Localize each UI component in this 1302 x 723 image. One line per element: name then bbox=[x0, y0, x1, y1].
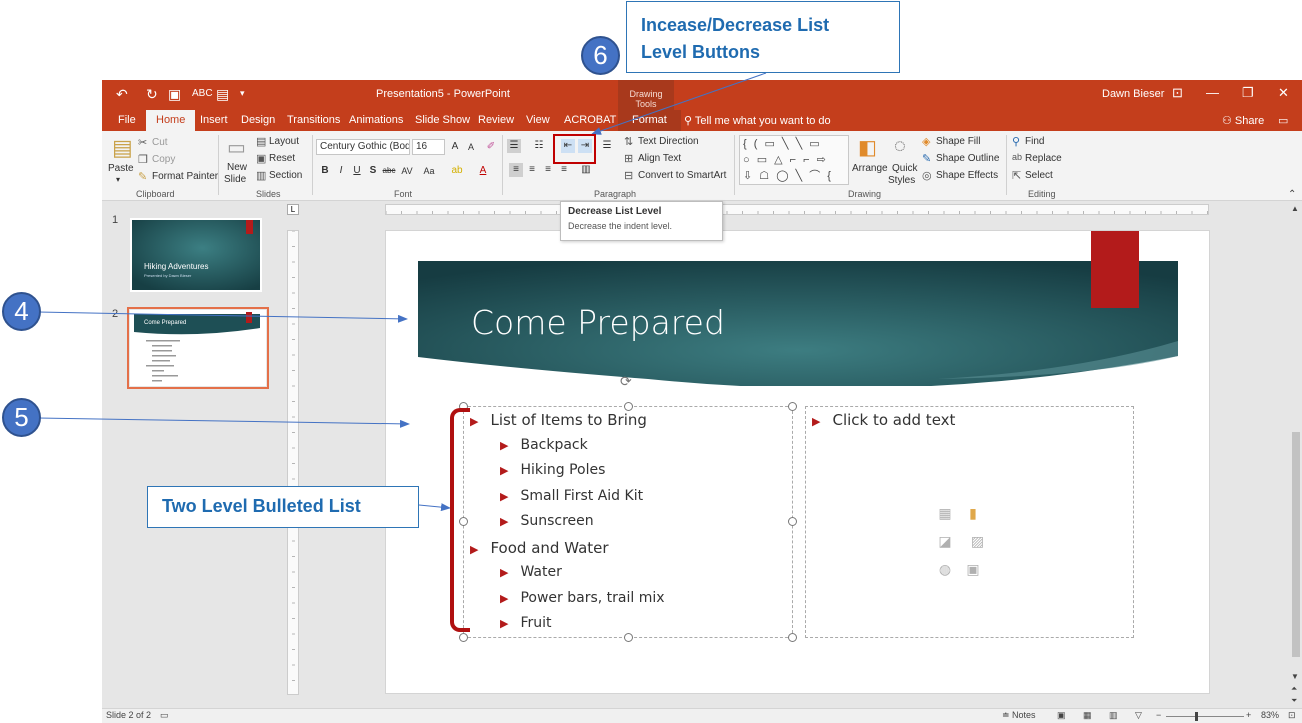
list-bracket-annotation bbox=[450, 408, 470, 632]
list-level-buttons-highlight bbox=[553, 134, 596, 164]
callout-list-level-buttons: Incease/Decrease List Level Buttons bbox=[626, 1, 900, 73]
step-badge-6: 6 bbox=[581, 36, 620, 75]
annotation-arrows bbox=[37, 72, 767, 512]
step-badge-4: 4 bbox=[2, 292, 41, 331]
step-badge-5: 5 bbox=[2, 398, 41, 437]
callout-line-1: Incease/Decrease List bbox=[641, 15, 830, 35]
callout-two-level-list: Two Level Bulleted List bbox=[147, 486, 419, 528]
screenshot-stage: ↶ ↻ ▣ ABC ▤ ▾ Presentation5 - PowerPoint… bbox=[0, 0, 1302, 723]
callout-line-2: Level Buttons bbox=[641, 42, 761, 62]
